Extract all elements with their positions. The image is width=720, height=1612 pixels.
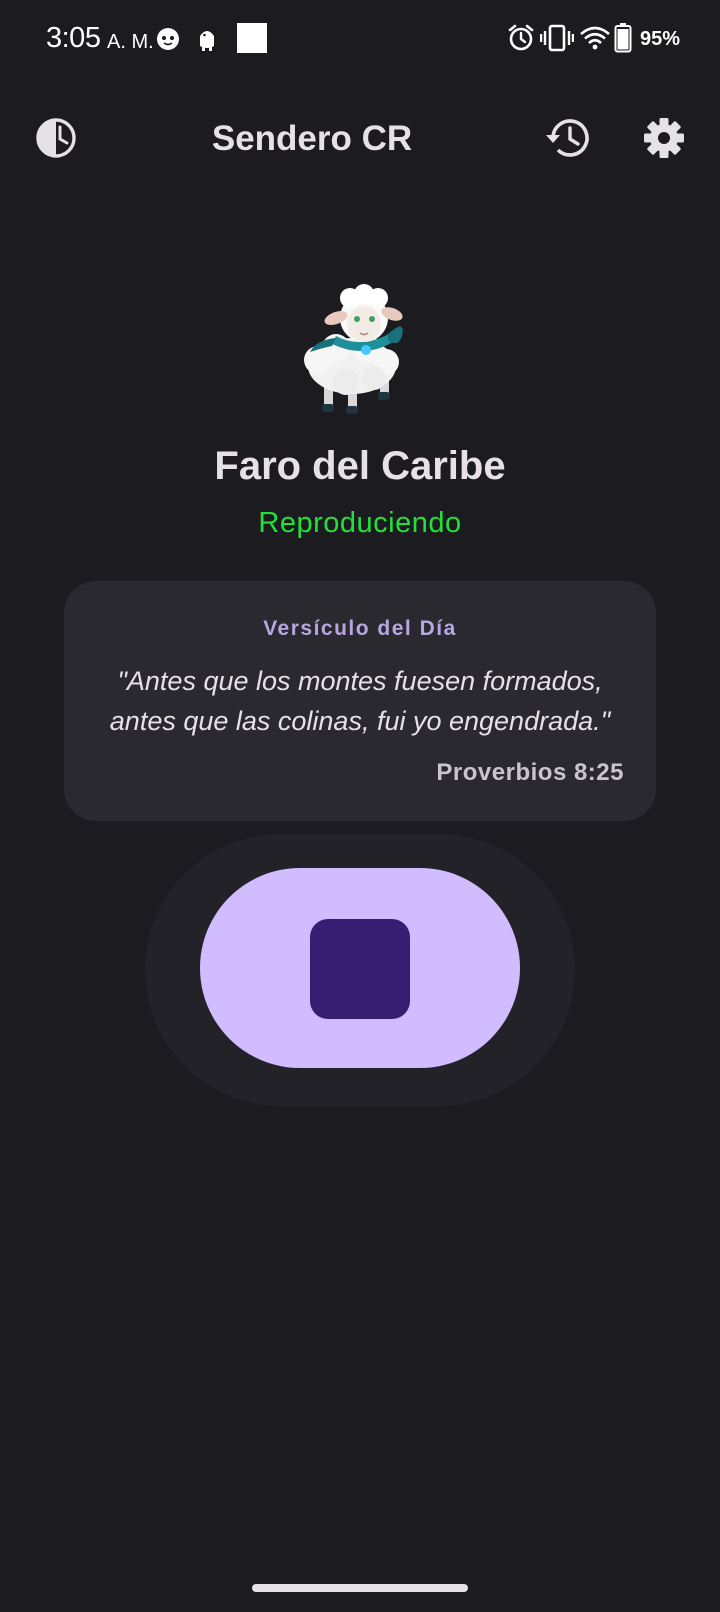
verse-of-the-day-card: Versículo del Día "Antes que los montes … (64, 581, 656, 821)
blank-notification-icon (237, 23, 267, 58)
station-name: Faro del Caribe (214, 444, 506, 488)
vibrate-icon (539, 24, 575, 57)
stop-icon (310, 919, 410, 1019)
wifi-icon (580, 26, 610, 55)
history-button[interactable] (540, 112, 596, 168)
verse-heading: Versículo del Día (263, 617, 457, 640)
android-notification-icon (196, 26, 218, 57)
verse-text: "Antes que los montes fuesen formados, a… (109, 666, 611, 736)
status-bar: 3:05 A. M. 95% (0, 0, 720, 80)
battery-percentage: 95% (640, 28, 681, 50)
battery-icon (614, 23, 632, 58)
cat-notification-icon (155, 25, 181, 56)
stop-button[interactable] (200, 868, 520, 1068)
verse-reference: Proverbios 8:25 (436, 759, 624, 786)
history-icon (545, 117, 591, 164)
playback-status: Reproduciendo (258, 507, 462, 539)
alarm-icon (508, 24, 534, 57)
sheep-mascot (296, 278, 420, 426)
status-ampm: A. M. (107, 31, 154, 53)
top-app-bar: Sendero CR (0, 100, 720, 180)
app-screen: 3:05 A. M. 95% Sendero CR Faro del Carib… (0, 0, 720, 1612)
home-indicator[interactable] (252, 1584, 468, 1592)
settings-icon (643, 117, 685, 164)
app-title: Sendero CR (211, 119, 413, 158)
status-time: 3:05 (46, 22, 101, 54)
settings-button[interactable] (636, 112, 692, 168)
